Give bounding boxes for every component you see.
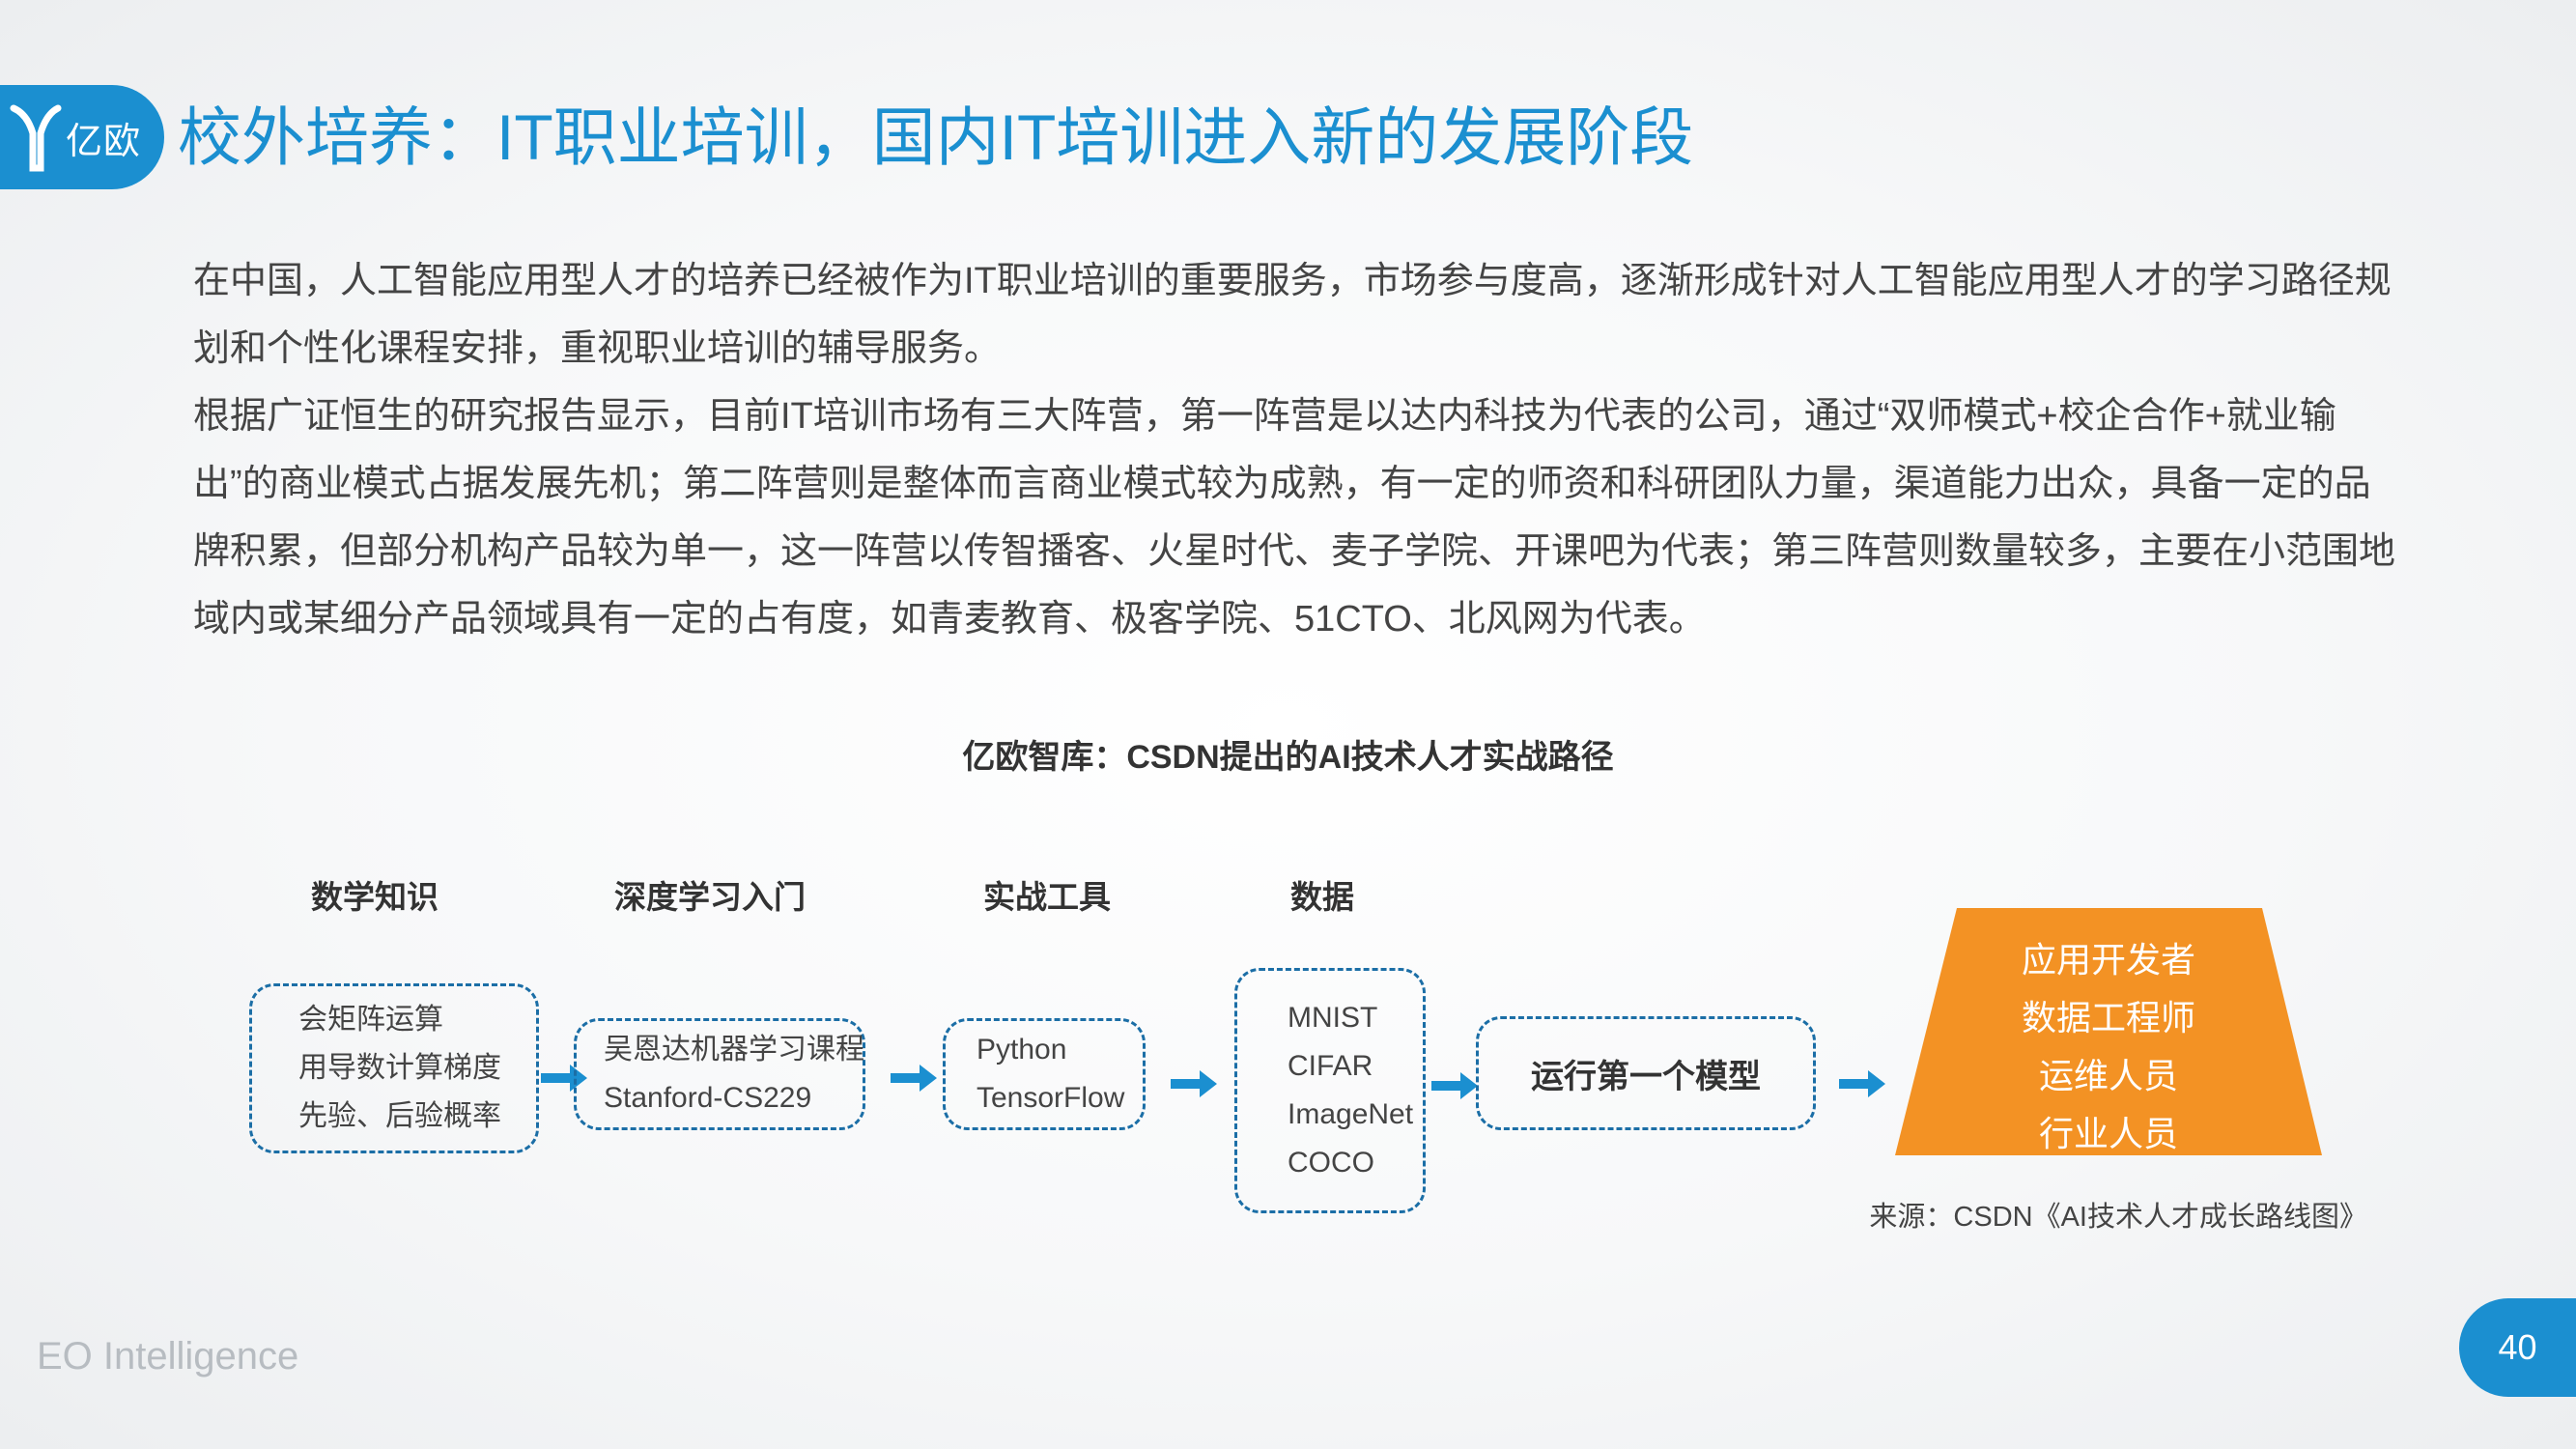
math-knowledge-box: 会矩阵运算 用导数计算梯度 先验、后验概率 [249, 983, 539, 1153]
deep-learning-box: 吴恩达机器学习课程 Stanford-CS229 [574, 1018, 865, 1130]
tool-item: Python [977, 1034, 1067, 1065]
yiou-logo-icon [10, 104, 62, 172]
paragraph-2: 根据广证恒生的研究报告显示，目前IT培训市场有三大阵营，第一阵营是以达内科技为代… [193, 396, 2396, 639]
dataset-item: COCO [1288, 1147, 1374, 1179]
arrow-right-icon [1839, 1070, 1885, 1097]
logo-text: 亿欧 [66, 121, 142, 162]
outcome-role: 行业人员 [2038, 1114, 2178, 1153]
stage-label-tools: 实战工具 [983, 879, 1111, 915]
body-text: 在中国，人工智能应用型人才的培养已经被作为IT职业培训的重要服务，市场参与度高，… [193, 247, 2395, 653]
data-box: MNIST CIFAR ImageNet COCO [1234, 968, 1426, 1213]
stage-label-data: 数据 [1290, 879, 1354, 915]
tool-item: TensorFlow [977, 1082, 1125, 1114]
paragraph-1: 在中国，人工智能应用型人才的培养已经被作为IT职业培训的重要服务，市场参与度高，… [193, 261, 2392, 369]
math-item: 用导数计算梯度 [298, 1052, 501, 1084]
outcome-roles: 应用开发者 数据工程师 运维人员 行业人员 [1895, 931, 2322, 1163]
math-item: 会矩阵运算 [298, 1004, 443, 1036]
deep-learning-item: Stanford-CS229 [604, 1082, 812, 1114]
math-item: 先验、后验概率 [298, 1100, 501, 1132]
dataset-item: CIFAR [1288, 1050, 1373, 1082]
arrow-right-icon [891, 1065, 937, 1092]
arrow-right-icon [1171, 1070, 1217, 1097]
stage-label-math: 数学知识 [311, 879, 439, 915]
source-note: 来源：CSDN《AI技术人才成长路线图》 [1869, 1202, 2367, 1233]
logo-tab: 亿欧 [0, 85, 164, 189]
stage-label-deep-learning: 深度学习入门 [614, 879, 806, 915]
dataset-item: ImageNet [1288, 1098, 1414, 1130]
arrow-right-icon [1431, 1072, 1478, 1099]
figure-title: 亿欧智库：CSDN提出的AI技术人才实战路径 [962, 739, 1614, 776]
deep-learning-item: 吴恩达机器学习课程 [604, 1034, 864, 1065]
footer-brand: EO Intelligence [37, 1335, 299, 1378]
page-title: 校外培养：IT职业培训，国内IT培训进入新的发展阶段 [178, 101, 1694, 173]
outcome-role: 应用开发者 [2021, 940, 2195, 980]
run-model-box: 运行第一个模型 [1476, 1016, 1816, 1130]
outcome-role: 运维人员 [2038, 1056, 2178, 1095]
run-model-label: 运行第一个模型 [1531, 1058, 1761, 1095]
page-number: 40 [2459, 1298, 2576, 1397]
dataset-item: MNIST [1288, 1002, 1378, 1034]
outcome-role: 数据工程师 [2021, 998, 2195, 1037]
tools-box: Python TensorFlow [943, 1018, 1146, 1130]
